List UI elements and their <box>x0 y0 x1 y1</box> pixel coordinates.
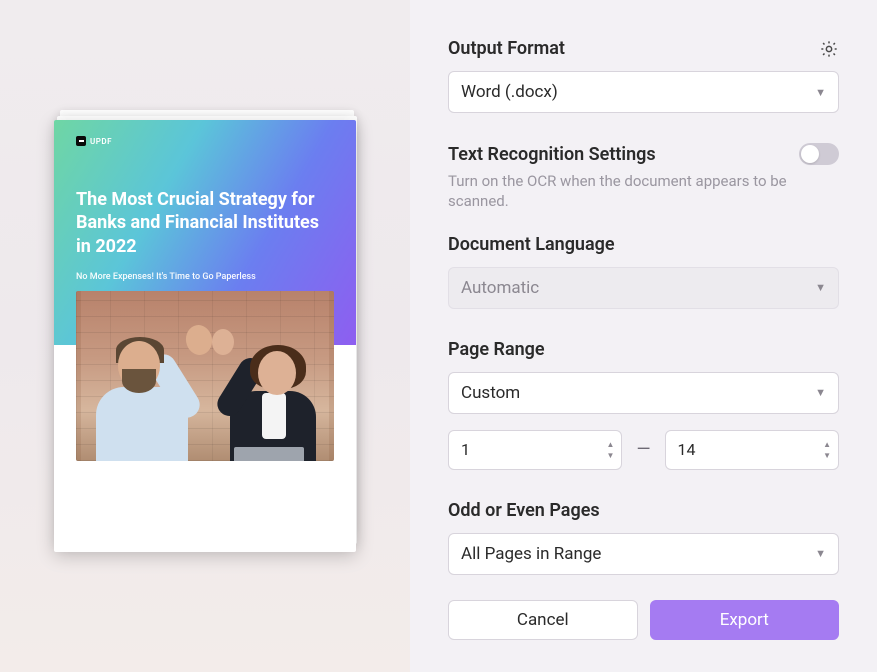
chevron-down-icon: ▼ <box>815 547 826 560</box>
illustration-person-left <box>86 321 216 461</box>
document-cover: UPDF The Most Crucial Strategy for Banks… <box>54 120 356 552</box>
page-range-mode-select[interactable]: Custom ▼ <box>448 372 839 414</box>
toggle-knob <box>801 145 819 163</box>
step-up-icon[interactable]: ▲ <box>604 439 618 450</box>
export-settings-pane: Output Format Word (.docx) ▼ Text Recogn… <box>410 0 877 672</box>
brand-badge: UPDF <box>76 136 334 146</box>
page-to-input[interactable] <box>678 440 821 459</box>
page-to-stepper[interactable]: ▲ ▼ <box>820 439 834 461</box>
page-to-field[interactable]: ▲ ▼ <box>665 430 839 470</box>
cover-subtitle: No More Expenses! It's Time to Go Paperl… <box>76 272 334 282</box>
illustration-person-right <box>200 315 330 461</box>
output-format-value: Word (.docx) <box>461 82 558 102</box>
cover-title: The Most Crucial Strategy for Banks and … <box>76 188 334 258</box>
chevron-down-icon: ▼ <box>815 386 826 399</box>
output-format-label: Output Format <box>448 38 565 59</box>
odd-even-label: Odd or Even Pages <box>448 500 839 521</box>
illustration-laptop <box>234 447 304 461</box>
page-from-field[interactable]: ▲ ▼ <box>448 430 622 470</box>
document-stack: UPDF The Most Crucial Strategy for Banks… <box>54 120 356 552</box>
output-format-select[interactable]: Word (.docx) ▼ <box>448 71 839 113</box>
cover-image <box>76 291 334 461</box>
odd-even-select[interactable]: All Pages in Range ▼ <box>448 533 839 575</box>
ocr-toggle[interactable] <box>799 143 839 165</box>
step-down-icon[interactable]: ▼ <box>604 450 618 461</box>
page-range-mode-value: Custom <box>461 383 520 403</box>
step-down-icon[interactable]: ▼ <box>820 450 834 461</box>
ocr-helper-text: Turn on the OCR when the document appear… <box>448 171 839 212</box>
brand-text: UPDF <box>90 137 112 146</box>
language-value: Automatic <box>461 278 539 298</box>
brand-icon <box>76 136 86 146</box>
language-select: Automatic ▼ <box>448 267 839 309</box>
gear-icon[interactable] <box>819 39 839 59</box>
page-range-label: Page Range <box>448 339 839 360</box>
chevron-down-icon: ▼ <box>815 281 826 294</box>
odd-even-value: All Pages in Range <box>461 544 601 564</box>
page-from-input[interactable] <box>461 440 604 459</box>
range-dash: — <box>634 439 652 460</box>
export-button[interactable]: Export <box>650 600 840 640</box>
cancel-button[interactable]: Cancel <box>448 600 638 640</box>
step-up-icon[interactable]: ▲ <box>820 439 834 450</box>
page-from-stepper[interactable]: ▲ ▼ <box>604 439 618 461</box>
ocr-label: Text Recognition Settings <box>448 144 656 165</box>
chevron-down-icon: ▼ <box>815 86 826 99</box>
document-preview-pane: UPDF The Most Crucial Strategy for Banks… <box>0 0 410 672</box>
language-label: Document Language <box>448 234 839 255</box>
